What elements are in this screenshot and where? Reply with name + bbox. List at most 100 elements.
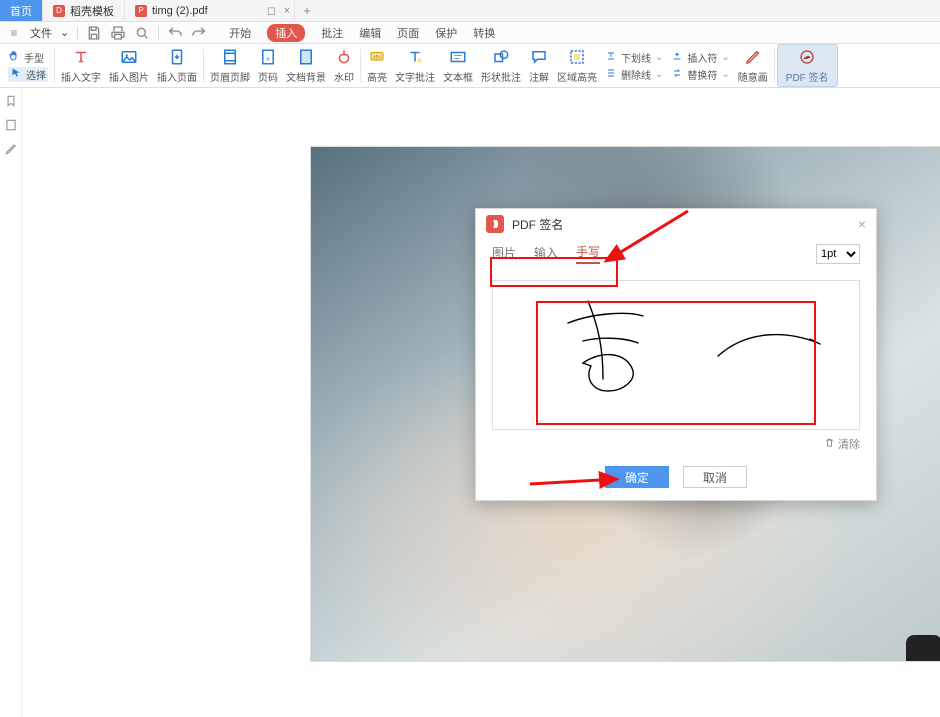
tool-text-annot[interactable]: 文字批注 (391, 44, 439, 87)
dialog-tab-image[interactable]: 图片 (492, 244, 516, 263)
tool-textbox[interactable]: 文本框 (439, 44, 477, 87)
phone-app-row: X P W (906, 635, 940, 662)
watermark-icon (335, 47, 353, 67)
dialog-title: PDF 签名 (512, 216, 563, 233)
tool-insert-page-label: 插入页面 (157, 69, 197, 84)
pdf-sign-dialog: PDF 签名 × 图片 输入 手写 1pt 清除 (475, 208, 877, 501)
text-icon (72, 47, 90, 67)
ribbontab-edit[interactable]: 编辑 (359, 25, 381, 41)
tab-close[interactable]: × (284, 5, 290, 17)
tool-shape-annot-label: 形状批注 (481, 69, 521, 84)
pointer-icon (10, 67, 22, 82)
hand-icon (8, 50, 20, 65)
menu-hamburger-icon[interactable]: ≡ (6, 25, 22, 41)
tool-select[interactable]: 选择 (8, 67, 48, 82)
tool-highlight[interactable]: abc 高亮 (363, 44, 391, 87)
tab-template[interactable]: D 稻壳模板 (43, 0, 125, 21)
tool-underline[interactable]: 下划线⌄ (605, 50, 663, 65)
redo-icon[interactable] (191, 25, 207, 41)
tool-freehand[interactable]: 随意画 (734, 44, 772, 87)
tab-pdf-document[interactable]: P timg (2).pdf ◻ × (125, 0, 295, 21)
image-icon (120, 47, 138, 67)
docer-icon: D (53, 5, 65, 17)
dialog-tab-hand[interactable]: 手写 (576, 243, 600, 264)
preview-icon[interactable] (134, 25, 150, 41)
ribbontab-page[interactable]: 页面 (397, 25, 419, 41)
tab-new[interactable]: + (295, 0, 319, 21)
print-icon[interactable] (110, 25, 126, 41)
tool-pagenum[interactable]: # 页码 (254, 44, 282, 87)
save-icon[interactable] (86, 25, 102, 41)
tool-replace-sym-label: 替换符 (687, 67, 717, 82)
tool-watermark-label: 水印 (334, 69, 354, 84)
linewidth-select[interactable]: 1pt (816, 244, 860, 264)
ok-button[interactable]: 确定 (605, 466, 669, 488)
line-tools-group1: 下划线⌄ 删除线⌄ (601, 50, 667, 82)
trash-icon (824, 437, 835, 451)
phone-app (906, 635, 940, 662)
thumbnail-icon[interactable] (4, 118, 18, 132)
tool-hand[interactable]: 手型 (8, 50, 48, 65)
ribbontab-start[interactable]: 开始 (229, 25, 251, 41)
dialog-close-button[interactable]: × (858, 216, 866, 232)
textbox-icon (449, 47, 467, 67)
comment-icon (530, 47, 548, 67)
tool-pdf-sign-label: PDF 签名 (786, 69, 829, 84)
tool-insert-text[interactable]: 插入文字 (57, 44, 105, 87)
clear-row: 清除 (476, 434, 876, 452)
tool-pdf-sign[interactable]: PDF 签名 (777, 44, 838, 87)
ribbon-toolbar: 手型 选择 插入文字 插入图片 插入页面 页眉页脚 # 页码 文档背景 水印 a… (0, 44, 940, 88)
menu-file-caret[interactable]: ⌄ (60, 26, 69, 39)
annotation-panel-icon[interactable] (4, 142, 18, 156)
tool-highlight-label: 高亮 (367, 69, 387, 84)
text-annot-icon (406, 47, 424, 67)
tool-textbox-label: 文本框 (443, 69, 473, 84)
tool-freehand-label: 随意画 (738, 69, 768, 84)
tool-shape-annot[interactable]: 形状批注 (477, 44, 525, 87)
tool-area-highlight[interactable]: 区域高亮 (553, 44, 601, 87)
ribbontab-insert[interactable]: 插入 (267, 24, 305, 42)
tool-strike[interactable]: 删除线⌄ (605, 67, 663, 82)
plus-icon: + (303, 3, 311, 18)
tab-template-label: 稻壳模板 (70, 3, 114, 19)
tool-insert-image[interactable]: 插入图片 (105, 44, 153, 87)
tool-pagenum-label: 页码 (258, 69, 278, 84)
tab-home[interactable]: 首页 (0, 0, 43, 21)
ribbontab-comment[interactable]: 批注 (321, 25, 343, 41)
tool-replace-sym[interactable]: 替换符⌄ (671, 67, 729, 82)
dialog-tab-input[interactable]: 输入 (534, 244, 558, 263)
tool-underline-label: 下划线 (621, 50, 651, 65)
header-footer-icon (221, 47, 239, 67)
linewidth-select-wrap: 1pt (816, 244, 860, 264)
docbg-icon (297, 47, 315, 67)
tool-docbg[interactable]: 文档背景 (282, 44, 330, 87)
tool-insert-sym-label: 插入符 (687, 50, 717, 65)
clear-button[interactable]: 清除 (824, 436, 860, 452)
undo-icon[interactable] (167, 25, 183, 41)
tool-insert-page[interactable]: 插入页面 (153, 44, 201, 87)
line-tools-group2: 插入符⌄ 替换符⌄ (667, 50, 733, 82)
tool-strike-label: 删除线 (621, 67, 651, 82)
tab-home-label: 首页 (10, 3, 32, 19)
page-plus-icon (168, 47, 186, 67)
svg-text:abc: abc (373, 55, 382, 61)
tab-restore[interactable]: ◻ (267, 4, 276, 17)
cancel-label: 取消 (703, 469, 727, 486)
handwriting-stroke (543, 291, 823, 421)
ribbontab-protect[interactable]: 保护 (435, 25, 457, 41)
tool-hand-label: 手型 (24, 50, 44, 65)
tool-area-highlight-label: 区域高亮 (557, 69, 597, 84)
tool-header-footer[interactable]: 页眉页脚 (206, 44, 254, 87)
cancel-button[interactable]: 取消 (683, 466, 747, 488)
menu-file[interactable]: 文件 (30, 25, 52, 41)
tool-watermark[interactable]: 水印 (330, 44, 358, 87)
tool-mode-group: 手型 选择 (4, 50, 52, 82)
tool-annotate[interactable]: 注解 (525, 44, 553, 87)
pdf-icon: P (135, 5, 147, 17)
ribbontab-convert[interactable]: 转换 (473, 25, 495, 41)
clear-label: 清除 (838, 436, 860, 452)
tool-insert-sym[interactable]: 插入符⌄ (671, 50, 729, 65)
signature-canvas[interactable] (492, 280, 860, 430)
pencil-icon (744, 47, 762, 67)
bookmark-icon[interactable] (4, 94, 18, 108)
